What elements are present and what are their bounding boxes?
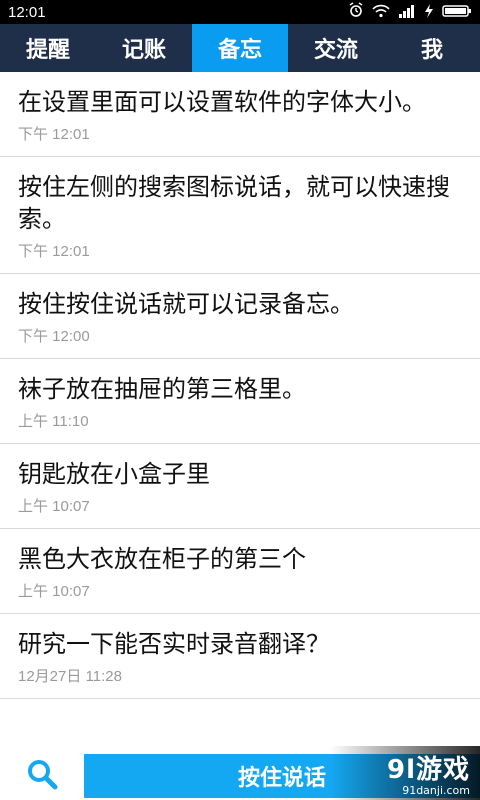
status-icons (348, 2, 472, 22)
tab-label: 提醒 (25, 38, 70, 63)
search-icon (25, 757, 59, 795)
list-item[interactable]: 钥匙放在小盒子里 上午 10:07 (0, 444, 480, 529)
tab-communicate[interactable]: 交流 (288, 24, 384, 72)
list-item[interactable]: 在设置里面可以设置软件的字体大小。 下午 12:01 (0, 72, 480, 157)
battery-icon (442, 3, 472, 22)
status-bar: 12:01 (0, 0, 480, 24)
list-item[interactable]: 按住左侧的搜索图标说话，就可以快速搜索。 下午 12:01 (0, 157, 480, 274)
memo-text: 在设置里面可以设置软件的字体大小。 (18, 88, 426, 116)
lightning-icon (424, 3, 434, 22)
watermark-logo: 9l游戏 91danji.com (330, 746, 480, 800)
tab-bar: 提醒 记账 备忘 交流 我 (0, 24, 480, 72)
memo-text: 按住按住说话就可以记录备忘。 (18, 290, 354, 318)
tab-label: 记账 (121, 38, 166, 63)
memo-text: 钥匙放在小盒子里 (18, 460, 210, 488)
memo-time: 下午 12:01 (18, 126, 90, 143)
list-item[interactable]: 黑色大衣放在柜子的第三个 上午 10:07 (0, 529, 480, 614)
memo-time: 上午 10:07 (18, 498, 90, 515)
memo-time: 下午 12:00 (18, 328, 90, 345)
memo-time: 12月27日 11:28 (18, 668, 122, 685)
tab-memo[interactable]: 备忘 (192, 24, 288, 72)
memo-text: 袜子放在抽屉的第三格里。 (18, 375, 306, 403)
memo-list[interactable]: 在设置里面可以设置软件的字体大小。 下午 12:01 按住左侧的搜索图标说话，就… (0, 72, 480, 752)
tab-accounting[interactable]: 记账 (96, 24, 192, 72)
watermark-title: 9l游戏 (386, 755, 470, 785)
hold-to-talk-label: 按住说话 (237, 766, 326, 791)
list-item[interactable]: 按住按住说话就可以记录备忘。 下午 12:00 (0, 274, 480, 359)
alarm-icon (348, 2, 364, 22)
memo-time: 上午 10:07 (18, 583, 90, 600)
wifi-icon (372, 3, 390, 22)
watermark-url: 91danji.com (402, 784, 470, 797)
signal-icon (398, 3, 416, 22)
list-item[interactable]: 研究一下能否实时录音翻译？ 12月27日 11:28 (0, 614, 480, 699)
tab-label: 交流 (313, 38, 358, 63)
tab-label: 我 (420, 38, 443, 63)
memo-time: 上午 11:10 (18, 413, 89, 430)
memo-text: 研究一下能否实时录音翻译？ (18, 630, 330, 658)
status-time: 12:01 (8, 3, 46, 21)
voice-search-button[interactable] (0, 752, 84, 800)
list-item[interactable]: 袜子放在抽屉的第三格里。 上午 11:10 (0, 359, 480, 444)
tab-label: 备忘 (217, 38, 262, 63)
memo-time: 下午 12:01 (18, 243, 90, 260)
memo-text: 黑色大衣放在柜子的第三个 (18, 545, 306, 573)
memo-text: 按住左侧的搜索图标说话，就可以快速搜索。 (18, 173, 450, 233)
tab-reminder[interactable]: 提醒 (0, 24, 96, 72)
tab-me[interactable]: 我 (384, 24, 480, 72)
